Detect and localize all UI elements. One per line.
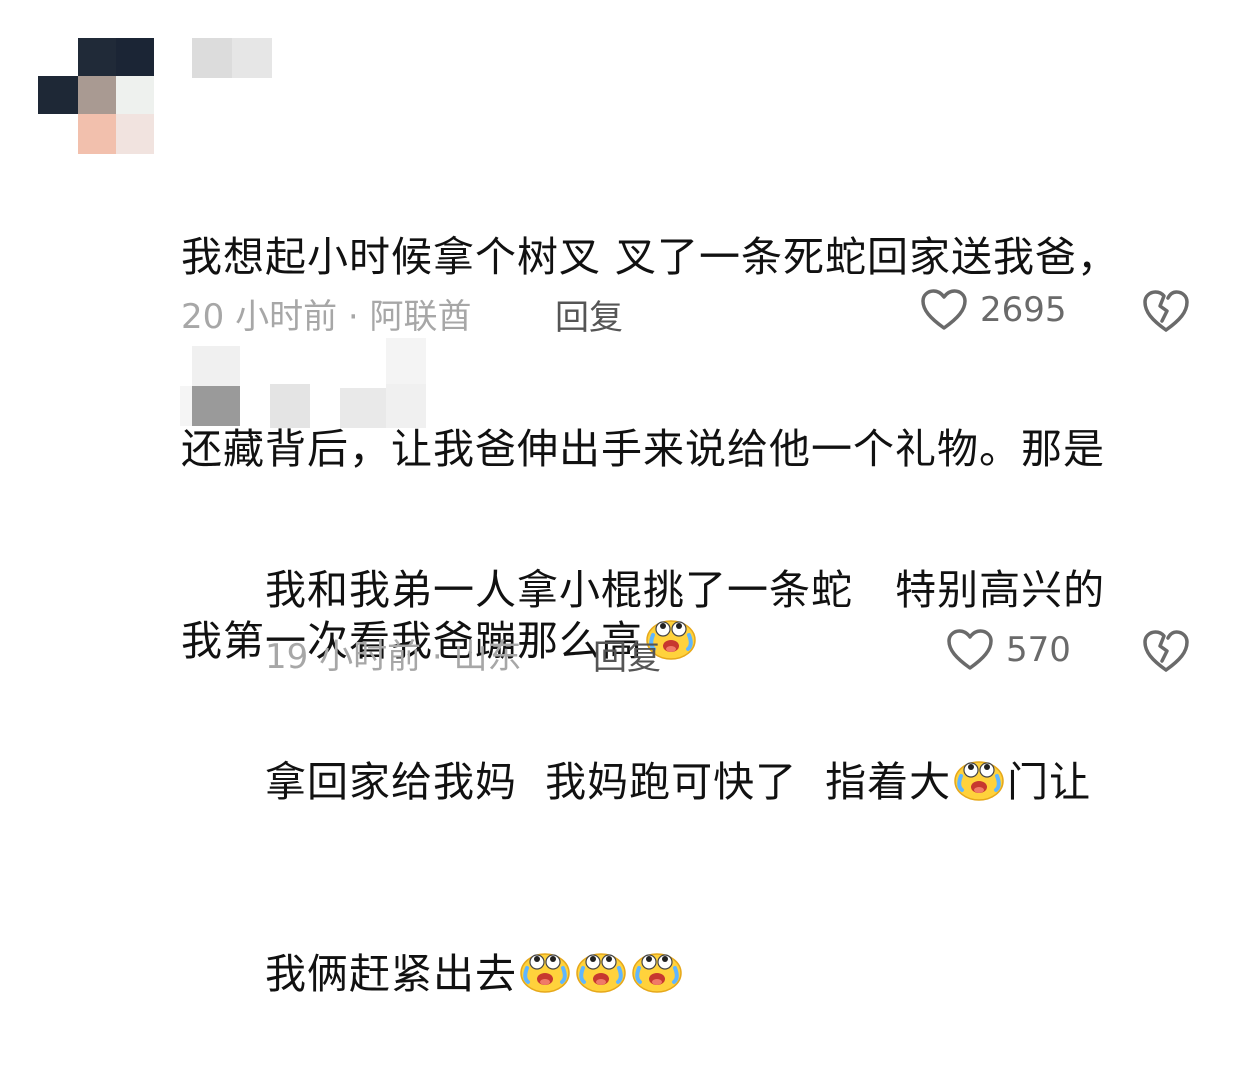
like-count: 570 (1006, 630, 1071, 670)
name-pixel (340, 388, 386, 428)
avatar-pixel (78, 38, 116, 76)
comment-line: 我想起小时候拿个树叉 叉了一条死蛇回家送我爸， (181, 233, 1120, 281)
reply-name-blurred[interactable] (270, 338, 440, 430)
commenter-name-blurred[interactable] (192, 38, 272, 78)
broken-heart-icon (1143, 290, 1189, 332)
like-button[interactable]: 2695 (920, 288, 1067, 332)
avatar-pixel (116, 76, 154, 114)
commenter-avatar[interactable] (38, 38, 154, 154)
comment-line-text: 门让 (1007, 758, 1092, 806)
avatar-pixel (116, 114, 154, 154)
avatar-pixel (38, 76, 78, 114)
comment-line-text: 我俩赶紧出去 (265, 950, 517, 998)
laugh-cry-emoji-icon (520, 953, 570, 993)
avatar-pixel (78, 114, 116, 154)
dislike-button[interactable] (1142, 628, 1190, 678)
avatar-pixel (78, 76, 116, 114)
broken-heart-icon (1143, 630, 1189, 672)
name-pixel (192, 38, 232, 78)
comment-line: 我俩赶紧出去 (265, 942, 1105, 1006)
reply-button[interactable]: 回复 (555, 290, 623, 339)
name-pixel (386, 384, 426, 428)
comment-line: 拿回家给我妈 我妈跑可快了 指着大 门让 (265, 750, 1105, 814)
name-pixel (270, 384, 310, 428)
reply-avatar[interactable] (180, 346, 240, 426)
comment-line-text: 拿回家给我妈 我妈跑可快了 指着大 (265, 758, 952, 806)
avatar-pixel (180, 386, 192, 426)
laugh-cry-emoji-icon (632, 953, 682, 993)
reply-text: 我和我弟一人拿小棍挑了一条蛇 特别高兴的 拿回家给我妈 我妈跑可快了 指着大 门让… (265, 430, 1105, 1070)
heart-outline-icon (921, 289, 967, 330)
avatar-pixel (116, 38, 154, 76)
avatar-pixel (192, 386, 240, 426)
like-count: 2695 (980, 290, 1067, 330)
name-pixel (232, 38, 272, 78)
heart-outline-icon (947, 629, 993, 670)
comment-meta: 20 小时前 · 阿联酋 (181, 296, 472, 337)
laugh-cry-emoji-icon (954, 761, 1004, 801)
dislike-button[interactable] (1142, 288, 1190, 338)
comment-line: 我和我弟一人拿小棍挑了一条蛇 特别高兴的 (265, 566, 1106, 614)
laugh-cry-emoji-icon (576, 953, 626, 993)
reply-meta: 19 小时前 · 山东 (265, 636, 522, 677)
reply-button[interactable]: 回复 (593, 630, 661, 679)
avatar-pixel (192, 346, 240, 386)
like-button[interactable]: 570 (946, 628, 1071, 672)
name-pixel (386, 338, 426, 384)
